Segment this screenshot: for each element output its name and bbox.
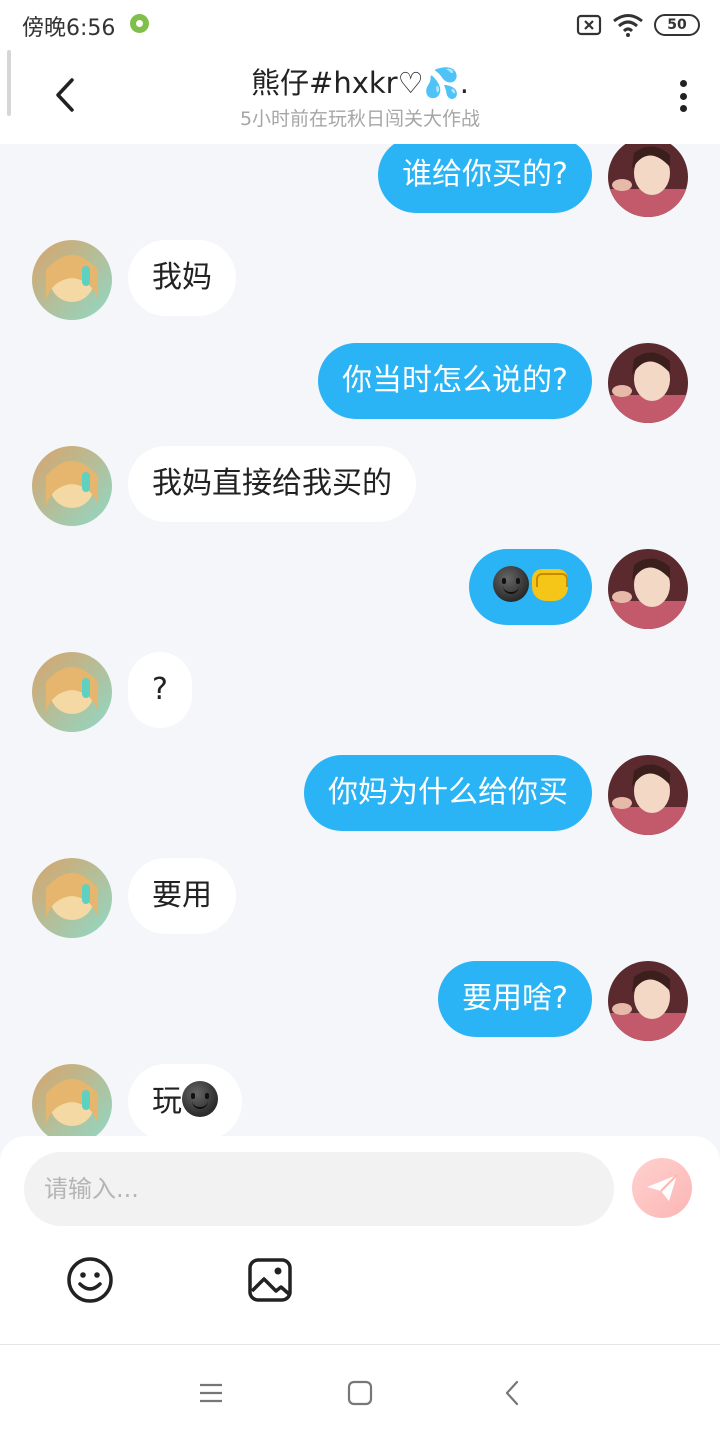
more-vertical-icon-dot [679,92,687,100]
outgoing-message-bubble[interactable] [469,549,592,625]
incoming-message-bubble[interactable]: 我妈 [128,240,236,316]
outgoing-message-bubble[interactable]: 谁给你买的? [378,144,592,213]
message-input[interactable] [24,1152,614,1226]
more-vertical-icon-dot [679,105,687,112]
message-text: 要用啥? [462,981,568,1016]
back-arrow-icon [56,78,74,112]
incoming-message-bubble[interactable]: 要用 [128,858,236,934]
message-text: 要用 [152,878,212,913]
back-button[interactable] [40,70,90,120]
composer-panel [0,1136,720,1344]
image-icon [248,1258,292,1302]
emoji-button[interactable] [60,1250,120,1310]
fist-emoji [532,569,568,601]
dark-smiley-emoji [493,566,529,602]
my-avatar[interactable] [608,343,688,423]
menu-icon [200,1383,222,1403]
message-text: 玩 [152,1084,182,1119]
my-avatar[interactable] [608,755,688,835]
menu-button[interactable] [185,1367,237,1419]
emoji-icon [67,1257,113,1303]
send-icon [647,1174,678,1201]
my-avatar[interactable] [608,961,688,1041]
outgoing-message-bubble[interactable]: 要用啥? [438,961,592,1037]
header-edge-divider [7,50,11,116]
my-avatar[interactable] [608,549,688,629]
battery-icon: 50 [654,14,700,36]
message-text: 我妈直接给我买的 [152,466,392,501]
message-text: 我妈 [152,260,212,295]
incoming-message-bubble[interactable]: 我妈直接给我买的 [128,446,416,522]
send-button[interactable] [632,1158,692,1218]
friend-avatar[interactable] [32,240,112,320]
friend-avatar[interactable] [32,858,112,938]
home-button[interactable] [334,1367,386,1419]
chat-header: 熊仔#hxkr♡💦. 5小时前在玩秋日闯关大作战 [0,50,720,144]
message-text: 谁给你买的? [402,157,568,192]
status-bar: 傍晚6:56 50 [0,0,720,50]
incoming-message-bubble[interactable]: 玩 [128,1064,242,1140]
status-time: 傍晚6:56 [22,16,116,41]
more-options-button[interactable] [670,74,696,118]
system-back-button[interactable] [486,1367,538,1419]
my-avatar[interactable] [608,144,688,217]
chat-subtitle: 5小时前在玩秋日闯关大作战 [239,108,481,130]
app-notification-icon [130,14,149,33]
more-vertical-icon-dot [679,80,687,87]
friend-avatar[interactable] [32,446,112,526]
incoming-message-bubble[interactable]: ? [128,652,192,728]
image-button[interactable] [240,1250,300,1310]
outgoing-message-bubble[interactable]: 你当时怎么说的? [318,343,592,419]
message-text: 你妈为什么给你买 [328,775,568,810]
message-text: 你当时怎么说的? [342,363,568,398]
friend-avatar[interactable] [32,652,112,732]
dark-smiley-emoji [182,1081,218,1117]
message-list[interactable]: 谁给你买的? 我妈 你当时怎么说的? 我妈直接给我买的 ? 你妈为什么给你买 要… [0,144,720,1140]
back-icon [505,1380,519,1406]
friend-avatar[interactable] [32,1064,112,1140]
wifi-icon [613,14,643,37]
chat-title: 熊仔#hxkr♡💦. [251,66,469,100]
title-area: 熊仔#hxkr♡💦. 5小时前在玩秋日闯关大作战 [140,60,580,131]
status-icons: 50 [576,11,700,39]
home-icon [347,1380,373,1406]
system-nav-bar [0,1344,720,1440]
outgoing-message-bubble[interactable]: 你妈为什么给你买 [304,755,592,831]
message-text: ? [152,672,168,707]
sim-off-icon [576,14,602,36]
